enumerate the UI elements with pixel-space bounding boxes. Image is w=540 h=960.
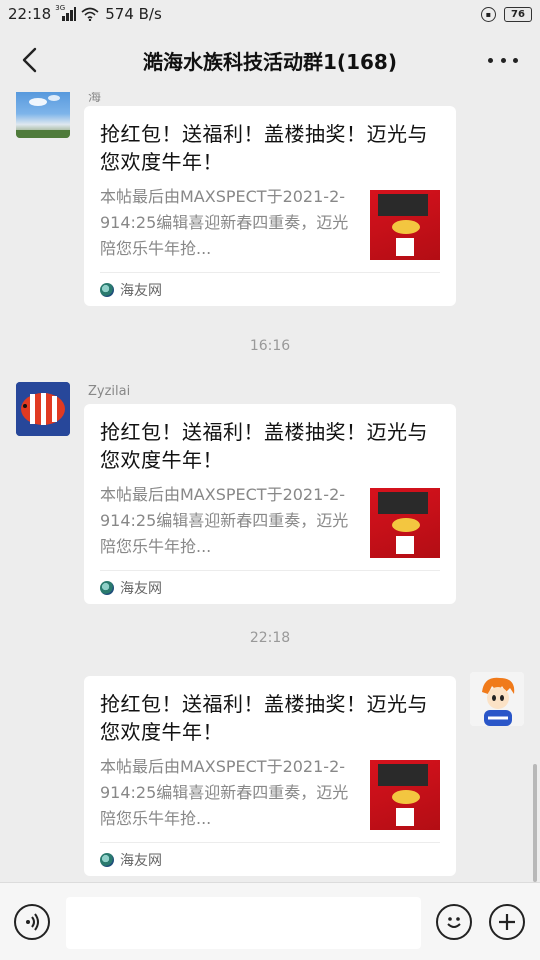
- link-card[interactable]: 抢红包！送福利！盖楼抽奖！迈光与您欢度牛年！ 本帖最后由MAXSPECT于202…: [84, 676, 456, 876]
- card-thumbnail: [370, 488, 440, 558]
- chat-area[interactable]: 海 抢红包！送福利！盖楼抽奖！迈光与您欢度牛年！ 本帖最后由MAXSPECT于2…: [0, 92, 540, 882]
- plus-button[interactable]: [489, 904, 525, 940]
- card-title: 抢红包！送福利！盖楼抽奖！迈光与您欢度牛年！: [100, 420, 428, 472]
- source-logo-icon: [100, 852, 114, 867]
- card-footer: 海友网: [100, 570, 440, 604]
- status-right: ▪ 76: [481, 6, 532, 22]
- back-button[interactable]: [14, 44, 44, 76]
- timestamp: 22:18: [249, 630, 291, 646]
- battery-indicator: 76: [504, 6, 532, 22]
- more-dots-icon: [488, 57, 493, 63]
- card-body: 本帖最后由MAXSPECT于2021-2-914:25编辑喜迎新春四重奏，迈光陪…: [100, 184, 440, 262]
- nav-bar: 澔海水族科技活动群1(168): [0, 28, 540, 92]
- plus-icon: [499, 914, 515, 930]
- status-bar: 22:18 3G 574 B/s ▪ 76: [0, 0, 540, 28]
- sky-avatar-image: [16, 95, 70, 138]
- alarm-icon: ▪: [481, 6, 496, 22]
- card-footer: 海友网: [100, 842, 440, 876]
- timestamp: 16:16: [249, 338, 291, 354]
- signal-icon: 3G: [55, 4, 77, 21]
- message-input[interactable]: [66, 897, 421, 949]
- card-thumbnail: [370, 760, 440, 830]
- input-bar: [0, 882, 540, 960]
- voice-button[interactable]: [14, 904, 50, 940]
- cartoon-avatar-image: [470, 672, 524, 726]
- card-thumbnail: [370, 190, 440, 260]
- status-left: 22:18 3G 574 B/s: [8, 4, 162, 23]
- net-speed: 574 B/s: [105, 5, 162, 23]
- card-source: 海友网: [120, 852, 162, 869]
- card-source: 海友网: [120, 580, 162, 597]
- card-source: 海友网: [120, 282, 162, 299]
- emoji-icon: [447, 917, 461, 928]
- source-logo-icon: [100, 580, 114, 595]
- voice-icon: [26, 913, 39, 931]
- chevron-left-icon: [22, 47, 37, 73]
- source-logo-icon: [100, 282, 114, 297]
- card-description: 本帖最后由MAXSPECT于2021-2-914:25编辑喜迎新春四重奏，迈光陪…: [100, 757, 349, 828]
- card-description: 本帖最后由MAXSPECT于2021-2-914:25编辑喜迎新春四重奏，迈光陪…: [100, 485, 349, 556]
- card-description: 本帖最后由MAXSPECT于2021-2-914:25编辑喜迎新春四重奏，迈光陪…: [100, 187, 349, 258]
- link-card[interactable]: 抢红包！送福利！盖楼抽奖！迈光与您欢度牛年！ 本帖最后由MAXSPECT于202…: [84, 106, 456, 306]
- card-body: 本帖最后由MAXSPECT于2021-2-914:25编辑喜迎新春四重奏，迈光陪…: [100, 754, 440, 832]
- avatar[interactable]: [16, 382, 70, 436]
- fish-avatar-image: [16, 382, 70, 436]
- wifi-icon: [81, 7, 99, 21]
- network-type: 3G: [55, 4, 66, 12]
- page-title: 澔海水族科技活动群1(168): [143, 49, 397, 74]
- battery-level: 76: [511, 8, 525, 20]
- message-2: Zyzilai 抢红包！送福利！盖楼抽奖！迈光与您欢度牛年！ 本帖最后由MAXS…: [0, 382, 540, 612]
- avatar[interactable]: [470, 672, 524, 726]
- status-time: 22:18: [8, 5, 52, 23]
- card-footer: 海友网: [100, 272, 440, 306]
- sender-name: Zyzilai: [88, 384, 131, 399]
- card-title: 抢红包！送福利！盖楼抽奖！迈光与您欢度牛年！: [100, 122, 428, 174]
- card-body: 本帖最后由MAXSPECT于2021-2-914:25编辑喜迎新春四重奏，迈光陪…: [100, 482, 440, 560]
- scrollbar[interactable]: [533, 764, 537, 882]
- avatar[interactable]: [16, 92, 70, 138]
- link-card[interactable]: 抢红包！送福利！盖楼抽奖！迈光与您欢度牛年！ 本帖最后由MAXSPECT于202…: [84, 404, 456, 604]
- message-1: 海 抢红包！送福利！盖楼抽奖！迈光与您欢度牛年！ 本帖最后由MAXSPECT于2…: [0, 92, 540, 314]
- card-title: 抢红包！送福利！盖楼抽奖！迈光与您欢度牛年！: [100, 692, 428, 744]
- more-button[interactable]: [488, 50, 518, 70]
- sender-name: 海: [88, 92, 102, 105]
- message-3: 抢红包！送福利！盖楼抽奖！迈光与您欢度牛年！ 本帖最后由MAXSPECT于202…: [0, 672, 540, 882]
- emoji-button[interactable]: [436, 904, 472, 940]
